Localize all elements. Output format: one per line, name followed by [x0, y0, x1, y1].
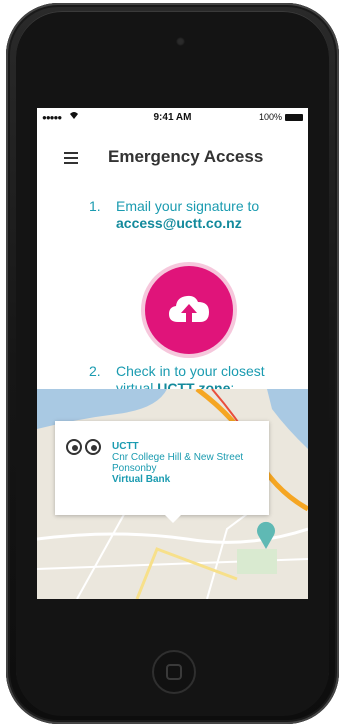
cloud-upload-icon [169, 295, 209, 322]
location-type: Virtual Bank [112, 474, 171, 485]
email-link[interactable]: access@uctt.co.nz [116, 215, 242, 231]
step-number: 1. [89, 198, 101, 214]
map-view[interactable]: UCTT Cnr College Hill & New Street Ponso… [37, 389, 308, 599]
step-number: 2. [89, 363, 101, 379]
eyes-icon [66, 439, 104, 460]
page-title: Emergency Access [108, 147, 264, 166]
battery-percent: 100% [258, 112, 282, 122]
step-text: Check in to your closest [116, 363, 265, 379]
app-screen: ●●●●● 9:41 AM 100% Emergency Access 1. E… [37, 108, 308, 599]
location-callout[interactable]: UCTT Cnr College Hill & New Street Ponso… [55, 421, 269, 523]
home-button[interactable] [152, 650, 196, 694]
location-brand: UCTT [112, 441, 139, 452]
location-address: Cnr College Hill & New Street [112, 452, 244, 463]
location-suburb: Ponsonby [112, 463, 157, 474]
status-bar: ●●●●● 9:41 AM 100% [37, 108, 308, 128]
nav-bar: Emergency Access [37, 138, 308, 178]
hamburger-menu-icon[interactable] [64, 152, 78, 164]
upload-button[interactable] [145, 266, 233, 354]
front-camera [176, 37, 185, 46]
battery-icon [285, 114, 303, 121]
step-text: Email your signature to [116, 198, 260, 214]
map-pin-icon[interactable] [256, 521, 276, 549]
